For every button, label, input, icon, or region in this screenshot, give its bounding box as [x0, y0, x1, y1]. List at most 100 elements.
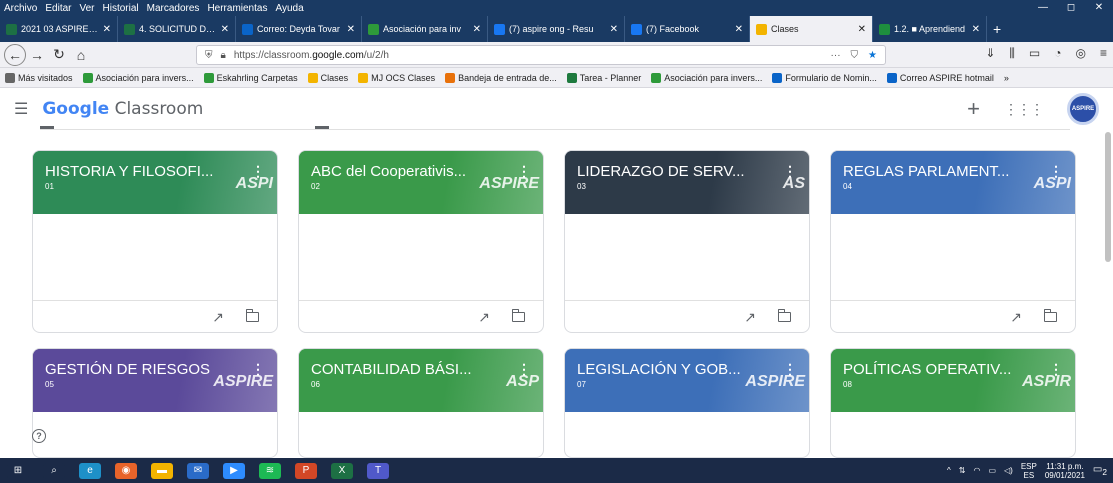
menu-ayuda[interactable]: Ayuda: [271, 3, 307, 14]
bookmark-item[interactable]: Asociación para invers...: [78, 72, 199, 83]
class-card[interactable]: LIDERAZGO DE SERV... 03 ⋮ AS ↗: [564, 150, 810, 333]
scrollbar[interactable]: [1105, 132, 1111, 262]
menu-ver[interactable]: Ver: [75, 3, 98, 14]
notifications-icon[interactable]: ▭2: [1093, 464, 1107, 477]
sidebar-icon[interactable]: ▭: [1029, 46, 1040, 61]
more-bookmarks-icon[interactable]: »: [999, 73, 1014, 83]
bookmark-star-icon[interactable]: ★: [868, 50, 877, 61]
more-options-icon[interactable]: ⋮: [517, 361, 531, 378]
class-card[interactable]: LEGISLACIÓN Y GOB... 07 ⋮ ASPIRE: [564, 348, 810, 458]
hamburger-menu-icon[interactable]: ☰: [14, 99, 28, 119]
close-tab-icon[interactable]: ✕: [972, 24, 980, 35]
menu-historial[interactable]: Historial: [99, 3, 143, 14]
class-card-banner[interactable]: REGLAS PARLAMENT... 04 ⋮ ASPI: [831, 151, 1075, 214]
library-icon[interactable]: ⫼: [1009, 46, 1015, 61]
forward-button[interactable]: →: [26, 44, 48, 66]
class-title[interactable]: REGLAS PARLAMENT...: [843, 163, 1033, 180]
browser-tab[interactable]: 4. SOLICITUD DE PA ✕: [118, 16, 236, 42]
google-apps-icon[interactable]: ⋮⋮⋮: [1004, 101, 1044, 118]
mail-icon[interactable]: ✉: [187, 462, 209, 479]
edge-icon[interactable]: e: [79, 462, 101, 479]
class-card-banner[interactable]: HISTORIA Y FILOSOFI... 01 ⋮ ASPI: [33, 151, 277, 214]
class-card-banner[interactable]: ABC del Cooperativis... 02 ⋮ ASPIRE: [299, 151, 543, 214]
help-icon[interactable]: ?: [32, 429, 46, 443]
network-icon[interactable]: ⇅: [959, 466, 966, 475]
folder-icon[interactable]: [777, 309, 791, 322]
browser-tab[interactable]: Asociación para inv ✕: [362, 16, 488, 42]
class-card-banner[interactable]: CONTABILIDAD BÁSI... 06 ⋮ ASP: [299, 349, 543, 412]
page-actions-icon[interactable]: ···: [831, 50, 841, 61]
clock[interactable]: 11:31 p.m. 09/01/2021: [1045, 462, 1085, 480]
bookmark-item[interactable]: Eskahrling Carpetas: [199, 72, 303, 83]
avatar[interactable]: ASPIRE: [1067, 93, 1099, 125]
file-explorer-icon[interactable]: ▬: [151, 462, 173, 479]
battery-icon[interactable]: ▭: [988, 466, 996, 475]
more-options-icon[interactable]: ⋮: [1049, 361, 1063, 378]
url-bar[interactable]: ⛨ 🔒︎ https://classroom. google.com/u/2/h …: [196, 45, 886, 65]
menu-herramientas[interactable]: Herramientas: [203, 3, 271, 14]
trending-icon[interactable]: ↗: [744, 309, 756, 326]
class-card[interactable]: CONTABILIDAD BÁSI... 06 ⋮ ASP: [298, 348, 544, 458]
trending-icon[interactable]: ↗: [1010, 309, 1022, 326]
maximize-button[interactable]: ◻: [1057, 0, 1085, 16]
class-title[interactable]: POLÍTICAS OPERATIV...: [843, 361, 1033, 378]
close-tab-icon[interactable]: ✕: [473, 24, 481, 35]
class-title[interactable]: LEGISLACIÓN Y GOB...: [577, 361, 767, 378]
browser-tab[interactable]: Clases ✕: [750, 16, 873, 42]
class-title[interactable]: LIDERAZGO DE SERV...: [577, 163, 767, 180]
more-options-icon[interactable]: ⋮: [783, 361, 797, 378]
folder-icon[interactable]: [511, 309, 525, 322]
browser-tab[interactable]: 1.2. ■ Aprendiend ✕: [873, 16, 987, 42]
browser-tab[interactable]: (7) Facebook ✕: [625, 16, 750, 42]
folder-icon[interactable]: [1043, 309, 1057, 322]
menu-archivo[interactable]: Archivo: [0, 3, 41, 14]
class-card[interactable]: REGLAS PARLAMENT... 04 ⋮ ASPI ↗: [830, 150, 1076, 333]
menu-icon[interactable]: ≡: [1100, 46, 1107, 61]
folder-icon[interactable]: [245, 309, 259, 322]
class-title[interactable]: HISTORIA Y FILOSOFI...: [45, 163, 235, 180]
pocket-icon[interactable]: ⛉: [851, 50, 859, 61]
close-tab-icon[interactable]: ✕: [735, 24, 743, 35]
windows-start-icon[interactable]: ⊞: [7, 462, 29, 479]
bookmark-item[interactable]: Más visitados: [0, 72, 78, 83]
bookmark-item[interactable]: Correo ASPIRE hotmail: [882, 72, 999, 83]
browser-tab[interactable]: 2021 03 ASPIRE JUVE ✕: [0, 16, 118, 42]
extension-icon[interactable]: ◔: [1054, 46, 1061, 61]
extension-icon-2[interactable]: ◎: [1076, 46, 1086, 61]
class-card[interactable]: HISTORIA Y FILOSOFI... 01 ⋮ ASPI ↗: [32, 150, 278, 333]
new-tab-button[interactable]: +: [987, 16, 1007, 42]
add-class-icon[interactable]: +: [967, 96, 980, 122]
home-button[interactable]: ⌂: [70, 44, 92, 66]
close-tab-icon[interactable]: ✕: [610, 24, 618, 35]
close-tab-icon[interactable]: ✕: [103, 24, 111, 35]
volume-icon[interactable]: ◁): [1004, 466, 1013, 475]
firefox-icon[interactable]: ◉: [115, 462, 137, 479]
spotify-icon[interactable]: ≋: [259, 462, 281, 479]
class-card-banner[interactable]: POLÍTICAS OPERATIV... 08 ⋮ ASPIR: [831, 349, 1075, 412]
class-card-banner[interactable]: LIDERAZGO DE SERV... 03 ⋮ AS: [565, 151, 809, 214]
language-indicator[interactable]: ESP ES: [1021, 462, 1037, 480]
class-card[interactable]: POLÍTICAS OPERATIV... 08 ⋮ ASPIR: [830, 348, 1076, 458]
class-card-banner[interactable]: GESTIÓN DE RIESGOS 05 ⋮ ASPIRE: [33, 349, 277, 412]
google-classroom-logo[interactable]: Google Classroom: [42, 99, 203, 119]
wifi-icon[interactable]: ◠: [973, 466, 980, 475]
bookmark-item[interactable]: Tarea - Planner: [562, 72, 647, 83]
class-card[interactable]: ABC del Cooperativis... 02 ⋮ ASPIRE ↗: [298, 150, 544, 333]
more-options-icon[interactable]: ⋮: [251, 163, 265, 180]
search-icon[interactable]: ⌕: [43, 462, 65, 479]
more-options-icon[interactable]: ⋮: [517, 163, 531, 180]
class-title[interactable]: CONTABILIDAD BÁSI...: [311, 361, 501, 378]
bookmark-item[interactable]: Clases: [303, 72, 354, 83]
trending-icon[interactable]: ↗: [478, 309, 490, 326]
reload-button[interactable]: ↻: [48, 44, 70, 66]
teams-icon[interactable]: T: [367, 462, 389, 479]
browser-tab[interactable]: (7) aspire ong - Resu ✕: [488, 16, 625, 42]
download-icon[interactable]: ⇓: [985, 46, 995, 61]
more-options-icon[interactable]: ⋮: [1049, 163, 1063, 180]
browser-tab[interactable]: Correo: Deyda Tovar ✕: [236, 16, 362, 42]
close-window-button[interactable]: ✕: [1085, 0, 1113, 16]
class-title[interactable]: GESTIÓN DE RIESGOS: [45, 361, 235, 378]
more-options-icon[interactable]: ⋮: [783, 163, 797, 180]
bookmark-item[interactable]: Formulario de Nomin...: [767, 72, 882, 83]
excel-icon[interactable]: X: [331, 462, 353, 479]
